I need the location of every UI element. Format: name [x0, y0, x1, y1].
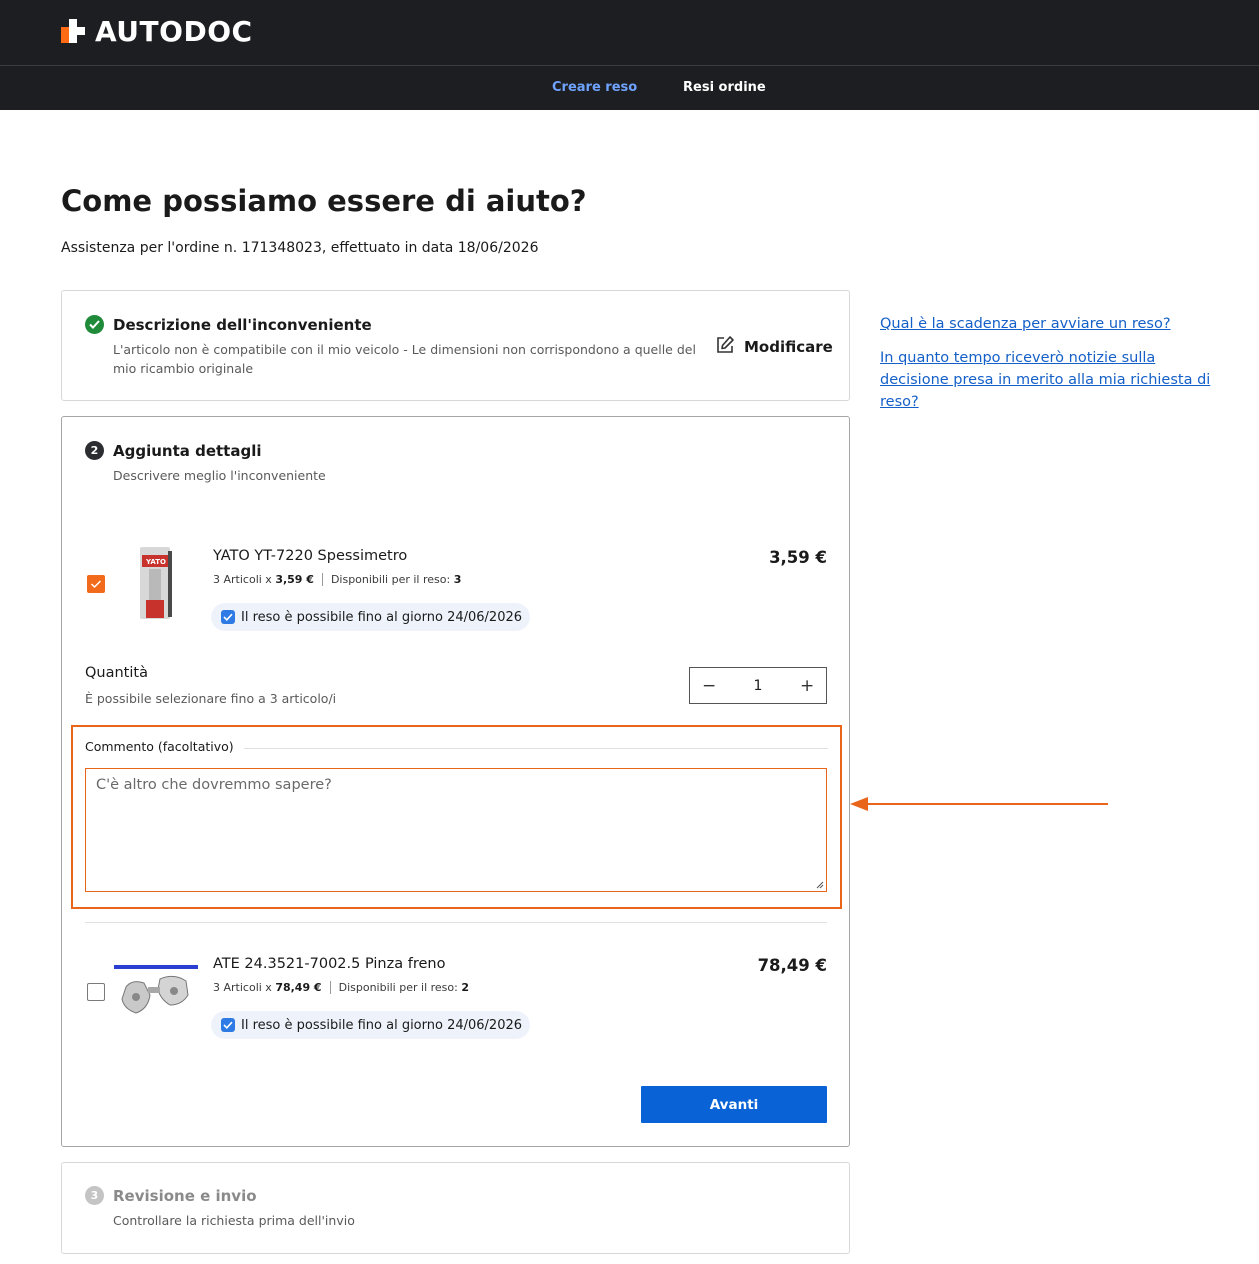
step1-description-line2: mio ricambio originale [113, 361, 254, 376]
comment-textarea[interactable]: C'è altro che dovremmo sapere? [85, 768, 827, 892]
meta-divider [329, 981, 331, 994]
checkmark-icon [90, 580, 102, 589]
return-deadline-text: Il reso è possibile fino al giorno 24/06… [241, 1017, 523, 1033]
step2-number-badge: 2 [85, 441, 104, 460]
help-link-decision-time[interactable]: In quanto tempo riceverò notizie sulla d… [880, 347, 1225, 413]
step3-subtitle: Controllare la richiesta prima dell'invi… [113, 1213, 355, 1228]
step2-card: 2 Aggiunta dettagli Descrivere meglio l'… [61, 416, 850, 1147]
quantity-stepper: − 1 + [689, 667, 827, 704]
step3-title: Revisione e invio [113, 1187, 257, 1205]
next-button[interactable]: Avanti [641, 1086, 827, 1123]
return-deadline-badge: Il reso è possibile fino al giorno 24/06… [211, 1011, 531, 1039]
step1-description-line1: L'articolo non è compatibile con il mio … [113, 342, 696, 357]
product-image-feeler-gauge: YATO [132, 545, 182, 623]
modify-label: Modificare [744, 338, 833, 356]
brand-name: AUTODOC [95, 14, 253, 48]
increase-button[interactable]: + [800, 676, 814, 696]
quantity-label: Quantità [85, 665, 148, 681]
product-checkbox[interactable] [87, 575, 105, 593]
product-name: ATE 24.3521-7002.5 Pinza freno [213, 956, 446, 972]
nav-order-returns[interactable]: Resi ordine [683, 80, 766, 95]
step2-title: Aggiunta dettagli [113, 442, 262, 460]
unit-price: 78,49 € [275, 981, 322, 994]
decrease-button[interactable]: − [702, 676, 716, 696]
modify-button[interactable]: Modificare [715, 335, 833, 359]
available-count: 3 [453, 573, 462, 586]
product-meta: 3 Articoli x 78,49 € Disponibili per il … [213, 981, 469, 994]
product-divider [85, 922, 827, 923]
product-name: YATO YT-7220 Spessimetro [213, 548, 408, 564]
qty-prefix: 3 Articoli x [213, 573, 272, 586]
available-label: Disponibili per il reso: [330, 573, 451, 586]
quantity-hint: È possibile selezionare fino a 3 articol… [85, 691, 337, 706]
edit-icon [715, 335, 735, 359]
step1-card: Descrizione dell'inconveniente L'articol… [61, 290, 850, 401]
step1-description: L'articolo non è compatibile con il mio … [113, 340, 703, 378]
available-label: Disponibili per il reso: [338, 981, 458, 994]
svg-text:YATO: YATO [145, 558, 166, 566]
page-title: Come possiamo essere di aiuto? [61, 184, 587, 218]
secondary-nav: Creare reso Resi ordine [0, 65, 1259, 110]
comment-highlight-frame: Commento (facoltativo) C'è altro che dov… [71, 725, 842, 909]
qty-prefix: 3 Articoli x [213, 981, 272, 994]
product-price: 78,49 € [757, 956, 827, 975]
check-circle-icon [85, 315, 104, 334]
autodoc-logo[interactable]: AUTODOC [61, 14, 253, 48]
product-checkbox[interactable] [87, 983, 105, 1001]
return-deadline-text: Il reso è possibile fino al giorno 24/06… [241, 609, 523, 625]
calendar-check-icon [221, 610, 235, 624]
comment-placeholder: C'è altro che dovremmo sapere? [96, 777, 332, 793]
return-deadline-badge: Il reso è possibile fino al giorno 24/06… [211, 603, 531, 631]
quantity-value[interactable]: 1 [754, 678, 763, 694]
product-meta: 3 Articoli x 3,59 € Disponibili per il r… [213, 573, 461, 586]
available-count: 2 [461, 981, 469, 994]
annotation-arrow-icon [850, 797, 1108, 811]
logo-plus-icon [61, 19, 85, 43]
step3-number-badge: 3 [85, 1186, 104, 1205]
resize-grip-icon[interactable] [815, 880, 824, 889]
step3-card: 3 Revisione e invio Controllare la richi… [61, 1162, 850, 1254]
step2-subtitle: Descrivere meglio l'inconveniente [113, 468, 326, 483]
calendar-check-icon [221, 1018, 235, 1032]
meta-divider [321, 573, 323, 586]
step1-title: Descrizione dell'inconveniente [113, 316, 372, 334]
product-image-brake-caliper [114, 965, 198, 1023]
product-price: 3,59 € [769, 548, 827, 567]
unit-price: 3,59 € [275, 573, 314, 586]
comment-label: Commento (facoltativo) [85, 739, 244, 754]
help-link-return-deadline[interactable]: Qual è la scadenza per avviare un reso? [880, 313, 1230, 335]
top-header: AUTODOC [0, 0, 1259, 65]
page-subtitle: Assistenza per l'ordine n. 171348023, ef… [61, 240, 539, 256]
nav-create-return[interactable]: Creare reso [552, 80, 637, 95]
